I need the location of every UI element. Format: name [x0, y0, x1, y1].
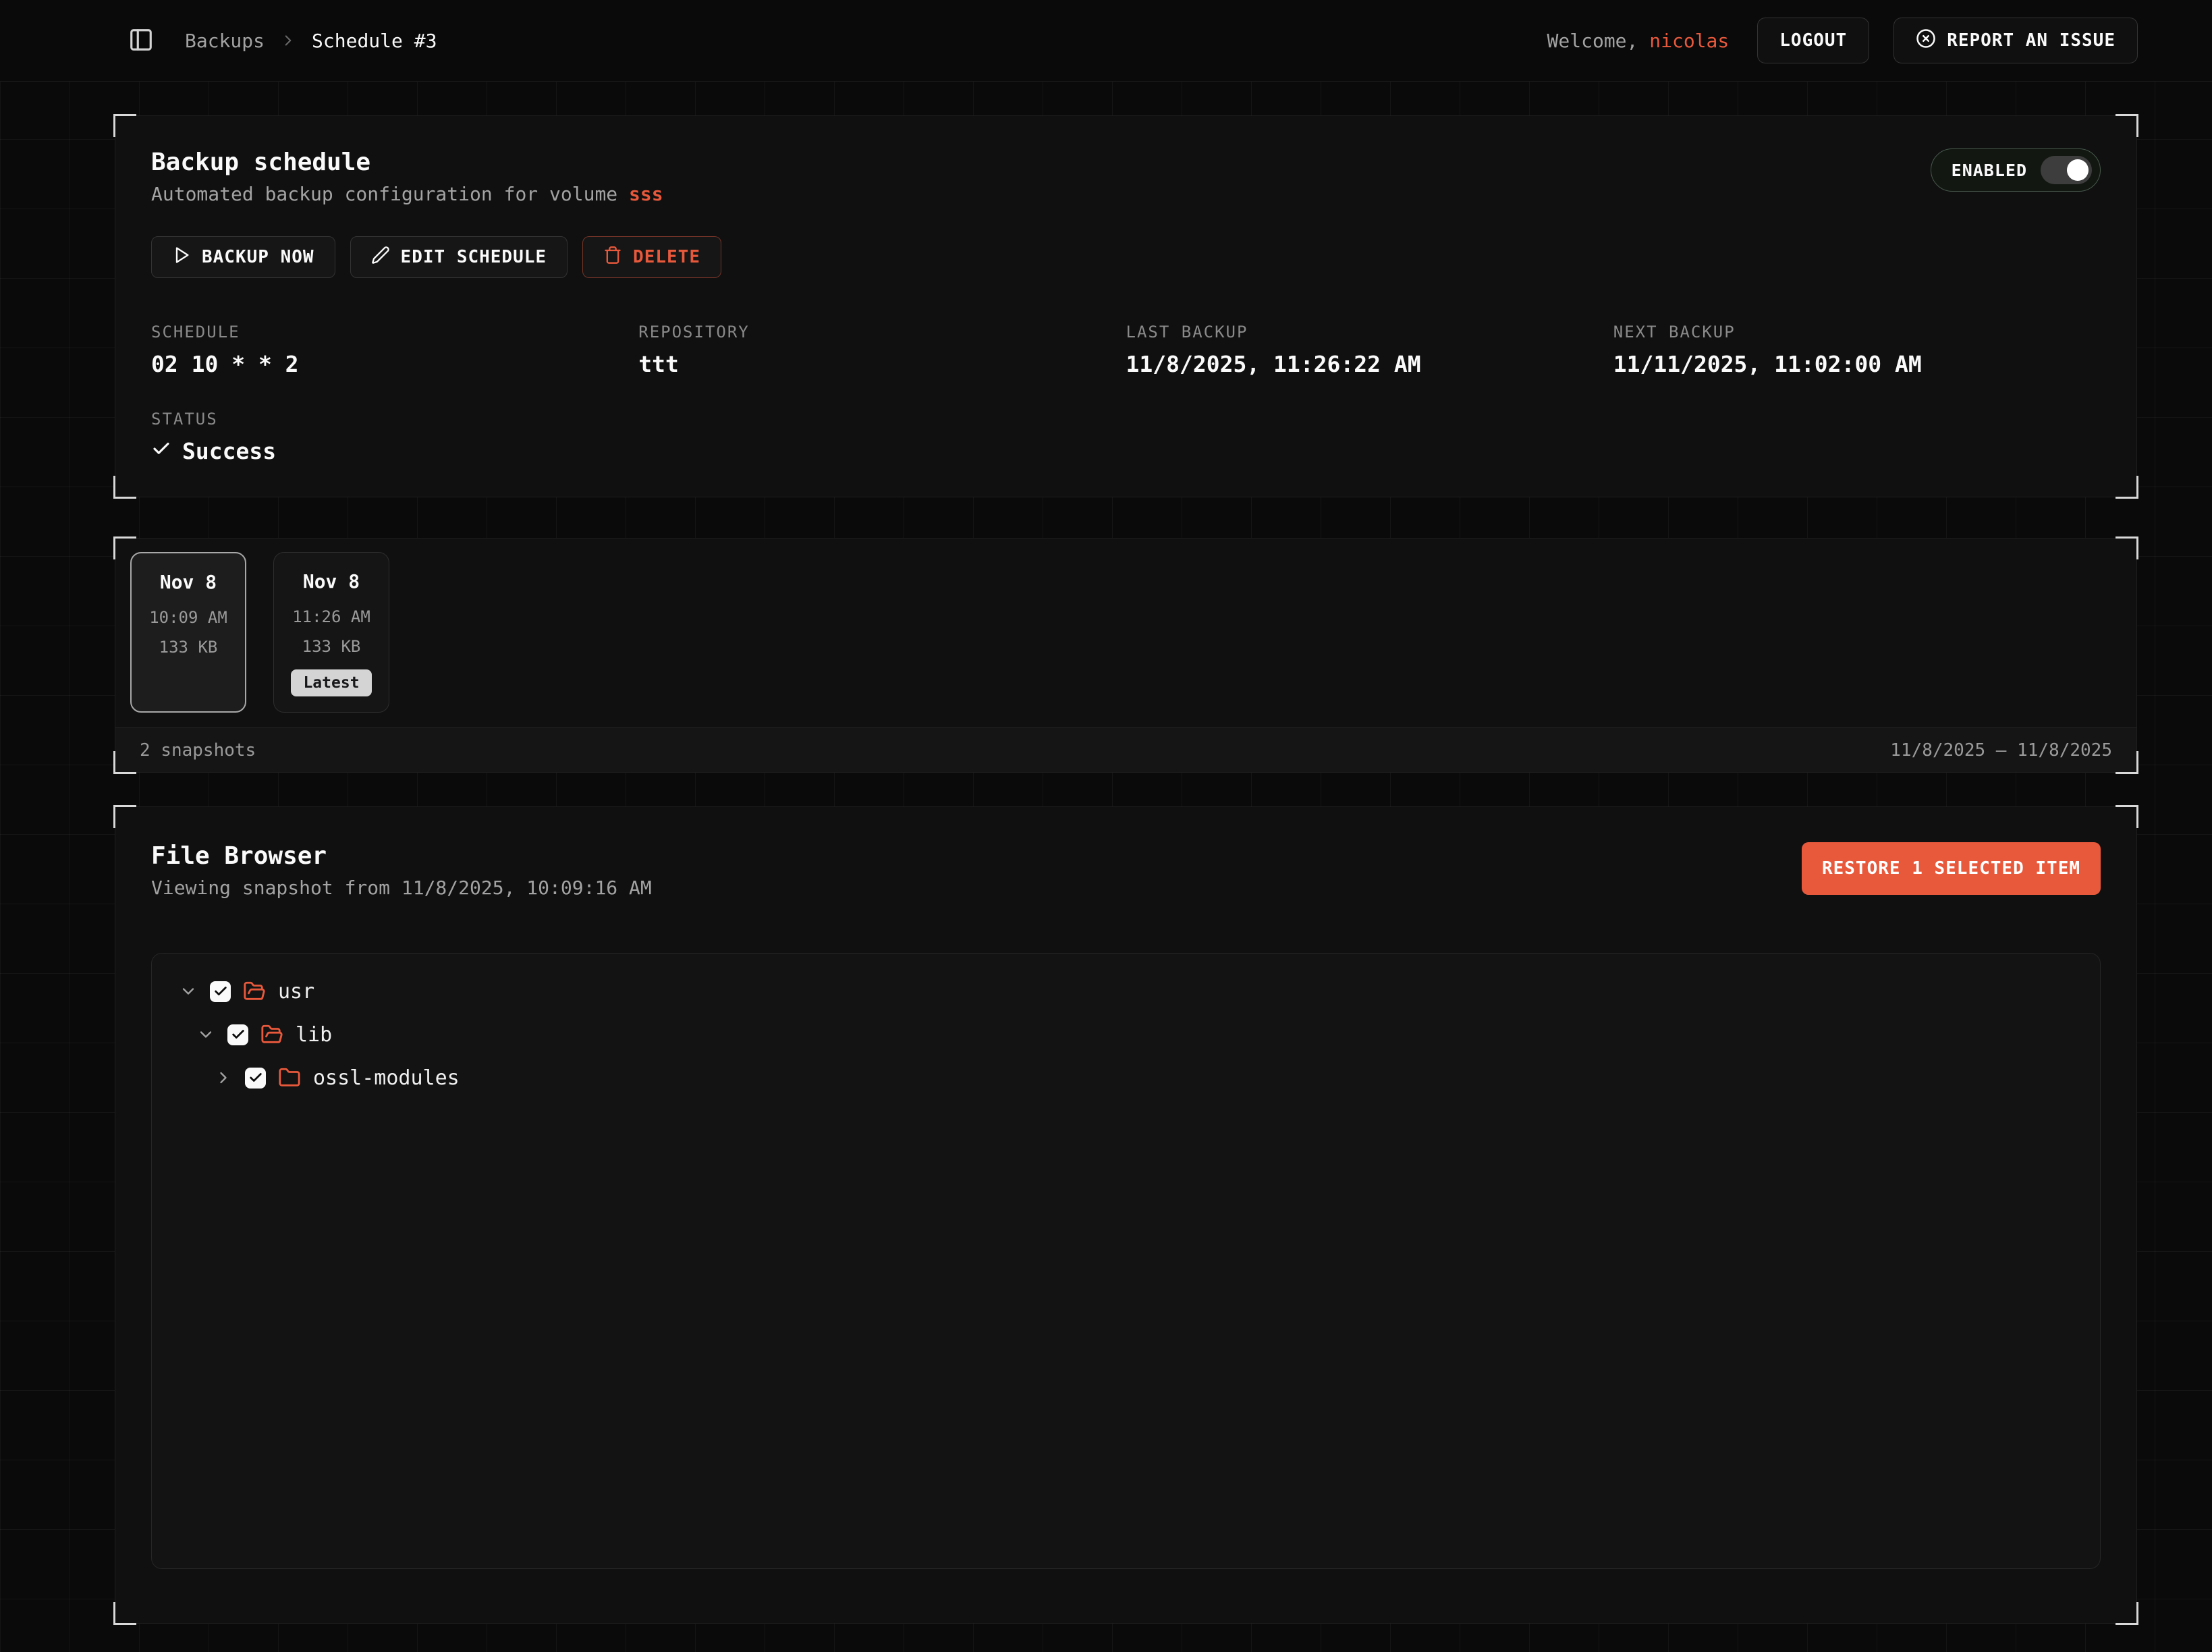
- chevron-right-icon[interactable]: [214, 1068, 233, 1087]
- snapshot-size: 133 KB: [159, 638, 218, 657]
- tree-item-label: lib: [296, 1023, 332, 1047]
- field-label: LAST BACKUP: [1126, 323, 1613, 341]
- corner-bracket: [2116, 805, 2138, 828]
- corner-bracket: [2116, 536, 2138, 559]
- field-label: NEXT BACKUP: [1613, 323, 2101, 341]
- field-value: ttt: [638, 351, 1126, 377]
- volume-name: sss: [629, 183, 663, 205]
- snapshot-card[interactable]: Nov 8 10:09 AM 133 KB: [130, 552, 246, 713]
- username: nicolas: [1649, 30, 1729, 52]
- file-browser-subtitle: Viewing snapshot from 11/8/2025, 10:09:1…: [151, 877, 652, 899]
- snapshot-date: Nov 8: [160, 571, 217, 593]
- report-issue-label: REPORT AN ISSUE: [1947, 30, 2116, 51]
- schedule-panel-title: Backup schedule: [151, 148, 663, 176]
- panel-left-icon: [128, 27, 154, 55]
- field-value: 11/11/2025, 11:02:00 AM: [1613, 351, 2101, 377]
- breadcrumb: Backups Schedule #3: [185, 30, 437, 52]
- folder-open-icon: [243, 980, 266, 1003]
- corner-bracket: [2116, 476, 2138, 499]
- file-browser-title: File Browser: [151, 842, 652, 870]
- snapshot-card[interactable]: Nov 8 11:26 AM 133 KB Latest: [273, 552, 389, 713]
- corner-bracket: [2116, 751, 2138, 774]
- corner-bracket: [113, 536, 136, 559]
- status-value: Success: [182, 438, 276, 464]
- checkbox[interactable]: [210, 981, 231, 1002]
- snapshot-date-range: 11/8/2025 – 11/8/2025: [1890, 740, 2112, 761]
- chevron-down-icon[interactable]: [196, 1025, 215, 1044]
- tree-row[interactable]: lib: [152, 1013, 2100, 1056]
- snapshot-time: 11:26 AM: [292, 607, 370, 626]
- field-last-backup: LAST BACKUP 11/8/2025, 11:26:22 AM: [1126, 323, 1613, 377]
- enabled-toggle[interactable]: ENABLED: [1931, 148, 2101, 192]
- tree-item-label: ossl-modules: [313, 1066, 460, 1090]
- field-next-backup: NEXT BACKUP 11/11/2025, 11:02:00 AM: [1613, 323, 2101, 377]
- field-value: 02 10 * * 2: [151, 351, 638, 377]
- field-label: SCHEDULE: [151, 323, 638, 341]
- trash-icon: [603, 246, 622, 269]
- corner-bracket: [113, 751, 136, 774]
- corner-bracket: [2116, 114, 2138, 137]
- topbar: Backups Schedule #3 Welcome, nicolas LOG…: [0, 0, 2212, 82]
- checkbox[interactable]: [245, 1068, 266, 1089]
- corner-bracket: [113, 114, 136, 137]
- field-status: STATUS Success: [151, 410, 2101, 464]
- schedule-panel-subtitle: Automated backup configuration for volum…: [151, 183, 663, 205]
- snapshot-time: 10:09 AM: [149, 608, 227, 627]
- welcome-text: Welcome, nicolas: [1547, 30, 1730, 52]
- tree-row[interactable]: ossl-modules: [152, 1056, 2100, 1099]
- snapshot-count: 2 snapshots: [140, 740, 256, 761]
- latest-badge: Latest: [291, 669, 371, 696]
- sidebar-toggle-button[interactable]: [128, 27, 154, 55]
- backup-now-button[interactable]: BACKUP NOW: [151, 236, 335, 278]
- corner-bracket: [113, 805, 136, 828]
- folder-open-icon: [260, 1023, 283, 1046]
- edit-schedule-button[interactable]: EDIT SCHEDULE: [350, 236, 568, 278]
- breadcrumb-backups[interactable]: Backups: [185, 30, 265, 52]
- edit-schedule-label: EDIT SCHEDULE: [401, 247, 547, 267]
- play-icon: [172, 246, 191, 269]
- report-issue-button[interactable]: REPORT AN ISSUE: [1893, 18, 2138, 63]
- snapshot-date: Nov 8: [303, 570, 360, 593]
- backup-now-label: BACKUP NOW: [202, 247, 314, 267]
- status-label: STATUS: [151, 410, 2101, 429]
- delete-button[interactable]: DELETE: [582, 236, 721, 278]
- file-browser-panel: File Browser Viewing snapshot from 11/8/…: [115, 806, 2137, 1624]
- snapshots-footer: 2 snapshots 11/8/2025 – 11/8/2025: [115, 727, 2136, 772]
- chevron-right-icon: [279, 32, 297, 49]
- checkbox[interactable]: [227, 1024, 248, 1045]
- tree-row[interactable]: usr: [152, 970, 2100, 1013]
- check-icon: [151, 438, 171, 464]
- folder-icon: [278, 1066, 301, 1089]
- toggle-thumb: [2067, 159, 2089, 181]
- field-schedule: SCHEDULE 02 10 * * 2: [151, 323, 638, 377]
- toggle-switch[interactable]: [2041, 156, 2092, 184]
- logout-button[interactable]: LOGOUT: [1757, 18, 1869, 63]
- delete-label: DELETE: [633, 247, 700, 267]
- breadcrumb-current-page: Schedule #3: [312, 30, 437, 52]
- field-label: REPOSITORY: [638, 323, 1126, 341]
- tree-item-label: usr: [278, 980, 314, 1003]
- snapshot-size: 133 KB: [302, 637, 361, 656]
- corner-bracket: [2116, 1602, 2138, 1625]
- restore-button[interactable]: RESTORE 1 SELECTED ITEM: [1802, 842, 2101, 895]
- corner-bracket: [113, 476, 136, 499]
- chevron-down-icon[interactable]: [179, 982, 198, 1001]
- corner-bracket: [113, 1602, 136, 1625]
- pencil-icon: [371, 246, 390, 269]
- backup-schedule-panel: Backup schedule Automated backup configu…: [115, 115, 2137, 497]
- report-icon: [1916, 28, 1936, 53]
- enabled-label: ENABLED: [1952, 161, 2027, 180]
- field-repository: REPOSITORY ttt: [638, 323, 1126, 377]
- file-tree: usr lib: [151, 953, 2101, 1569]
- field-value: 11/8/2025, 11:26:22 AM: [1126, 351, 1613, 377]
- snapshots-panel: Nov 8 10:09 AM 133 KB Nov 8 11:26 AM 133…: [115, 538, 2137, 773]
